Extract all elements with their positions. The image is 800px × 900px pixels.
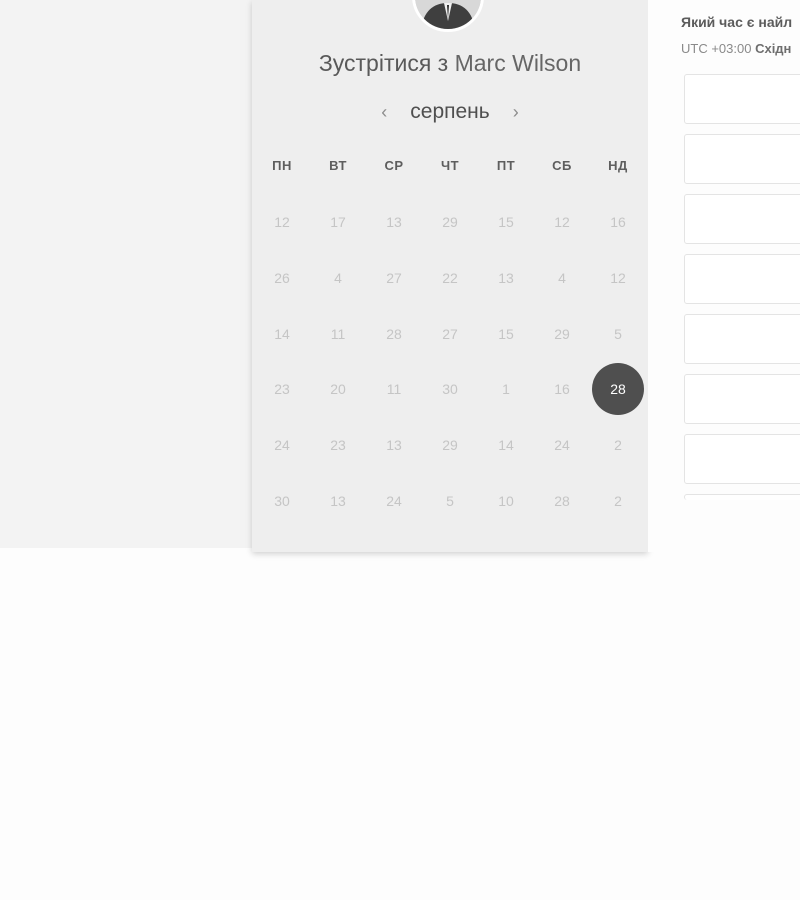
calendar-day: 10 bbox=[498, 493, 514, 509]
calendar-day: 29 bbox=[442, 437, 458, 453]
time-slot-button[interactable] bbox=[684, 194, 800, 244]
time-slot-button[interactable] bbox=[684, 254, 800, 304]
timezone-offset: UTC +03:00 bbox=[681, 41, 752, 56]
time-slot-button[interactable] bbox=[684, 134, 800, 184]
calendar-day: 16 bbox=[554, 381, 570, 397]
calendar-day: 14 bbox=[498, 437, 514, 453]
calendar-day: 22 bbox=[442, 270, 458, 286]
calendar-day: 13 bbox=[386, 214, 402, 230]
scheduler-page: Зустрітися з Marc Wilson ‹ серпень › ПН В… bbox=[0, 0, 800, 900]
host-name: Marc Wilson bbox=[454, 50, 582, 76]
calendar-day: 24 bbox=[386, 493, 402, 509]
calendar-day: 5 bbox=[446, 493, 454, 509]
calendar-day: 2 bbox=[614, 493, 622, 509]
calendar-day: 12 bbox=[610, 270, 626, 286]
calendar-grid: 12 17 13 29 15 12 16 26 4 27 22 13 4 12 14 11 28 27 15 29 5 2… bbox=[254, 196, 646, 532]
calendar-day: 29 bbox=[554, 326, 570, 342]
calendar-day: 12 bbox=[274, 214, 290, 230]
calendar-day: 30 bbox=[274, 493, 290, 509]
calendar-day: 2 bbox=[614, 437, 622, 453]
calendar-day: 27 bbox=[386, 270, 402, 286]
chevron-left-icon[interactable]: ‹ bbox=[374, 102, 394, 122]
calendar-day: 20 bbox=[330, 381, 346, 397]
calendar-day: 13 bbox=[498, 270, 514, 286]
time-slot-button[interactable] bbox=[684, 314, 800, 364]
title-prefix: Зустрітися з bbox=[318, 50, 449, 76]
calendar-day: 23 bbox=[330, 437, 346, 453]
time-slot-button[interactable] bbox=[684, 374, 800, 424]
calendar-day: 15 bbox=[498, 326, 514, 342]
calendar-day: 11 bbox=[330, 326, 346, 342]
weekday-label: СР bbox=[384, 158, 404, 173]
time-question: Який час є найл bbox=[681, 14, 793, 30]
calendar-day: 23 bbox=[274, 381, 290, 397]
calendar-day: 4 bbox=[558, 270, 566, 286]
weekday-label: ПТ bbox=[496, 158, 516, 173]
weekday-label: ПН bbox=[272, 158, 292, 173]
calendar-day: 28 bbox=[386, 326, 402, 342]
calendar-day: 1 bbox=[502, 381, 510, 397]
weekday-label: ЧТ bbox=[440, 158, 460, 173]
calendar-day: 14 bbox=[274, 326, 290, 342]
calendar-day: 28 bbox=[554, 493, 570, 509]
calendar-day: 5 bbox=[614, 326, 622, 342]
selected-day[interactable]: 28 bbox=[592, 363, 644, 415]
calendar-day: 13 bbox=[386, 437, 402, 453]
time-slot-button[interactable] bbox=[684, 494, 800, 500]
time-slot-button[interactable] bbox=[684, 74, 800, 124]
calendar-day: 26 bbox=[274, 270, 290, 286]
calendar-day: 17 bbox=[330, 214, 346, 230]
calendar-day: 29 bbox=[442, 214, 458, 230]
calendar-day: 16 bbox=[610, 214, 626, 230]
page-title: Зустрітися з Marc Wilson bbox=[252, 50, 648, 77]
weekday-label: НД bbox=[608, 158, 628, 173]
weekday-header: ПН ВТ СР ЧТ ПТ СБ НД bbox=[254, 158, 646, 178]
calendar-day: 11 bbox=[386, 381, 402, 397]
calendar-day: 15 bbox=[498, 214, 514, 230]
calendar-day: 27 bbox=[442, 326, 458, 342]
calendar-day: 13 bbox=[330, 493, 346, 509]
time-slot-button[interactable] bbox=[684, 434, 800, 484]
calendar-day: 30 bbox=[442, 381, 458, 397]
timezone-name: Східн bbox=[755, 41, 792, 56]
calendar-day: 4 bbox=[334, 270, 342, 286]
calendar-day: 24 bbox=[554, 437, 570, 453]
timezone-label[interactable]: UTC +03:00 Східн bbox=[681, 41, 791, 56]
weekday-label: ВТ bbox=[329, 158, 347, 173]
month-label: серпень bbox=[410, 100, 490, 123]
calendar-day: 24 bbox=[274, 437, 290, 453]
calendar-day: 12 bbox=[554, 214, 570, 230]
month-navigation: ‹ серпень › bbox=[252, 96, 648, 128]
chevron-right-icon[interactable]: › bbox=[506, 102, 526, 122]
weekday-label: СБ bbox=[552, 158, 572, 173]
